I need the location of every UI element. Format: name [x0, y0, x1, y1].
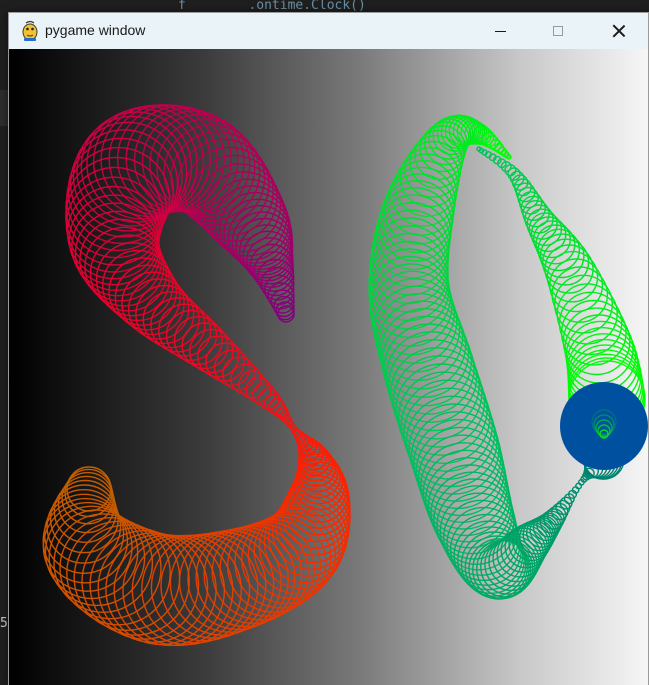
circle-trail-art: [42, 104, 648, 647]
maximize-button[interactable]: [529, 13, 587, 49]
title-bar[interactable]: pygame window: [9, 13, 648, 49]
close-icon: [612, 24, 626, 38]
trail-ring: [386, 166, 456, 236]
s-trail-right: [368, 114, 625, 600]
pygame-canvas[interactable]: [9, 49, 648, 685]
close-button[interactable]: [590, 13, 648, 49]
trail-ring: [541, 238, 590, 286]
window-title: pygame window: [45, 22, 146, 38]
trail-ring: [539, 233, 585, 279]
s-trail-left: [42, 104, 351, 647]
trail-ring: [219, 521, 316, 617]
pygame-snake-icon: [19, 20, 41, 42]
blue-ball-disc: [560, 382, 648, 470]
minimize-button[interactable]: [471, 13, 529, 49]
trail-ring: [92, 105, 205, 218]
trail-ring: [226, 518, 321, 613]
trail-ring: [369, 225, 449, 305]
maximize-icon: [553, 26, 563, 36]
editor-gutter-strip: [0, 90, 8, 126]
trail-ring: [537, 228, 581, 272]
editor-line-digit: 5: [0, 616, 8, 631]
minimize-icon: [494, 30, 506, 32]
trail-ring: [66, 466, 112, 512]
editor-code-snippet: f .ontime.Clock(): [178, 0, 366, 12]
pygame-window[interactable]: pygame window: [8, 12, 649, 685]
blue-ball: [560, 382, 648, 470]
